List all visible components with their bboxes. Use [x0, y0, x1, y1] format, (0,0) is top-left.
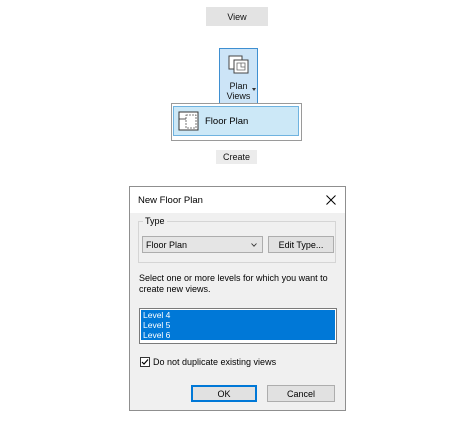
- instructions-text: Select one or more levels for which you …: [139, 273, 328, 294]
- type-select-value: Floor Plan: [146, 240, 188, 250]
- tab-view[interactable]: View: [206, 7, 268, 26]
- checkmark-icon: [141, 359, 149, 365]
- edit-type-button[interactable]: Edit Type...: [268, 236, 334, 253]
- new-floor-plan-dialog: New Floor Plan Type Floor Plan Edit Type…: [129, 186, 346, 411]
- list-item[interactable]: Level 6: [141, 330, 335, 340]
- menu-item-floor-plan[interactable]: Floor Plan: [173, 106, 299, 136]
- plan-views-icon: [228, 55, 250, 75]
- panel-create-label: Create: [216, 150, 257, 164]
- chevron-down-icon: [251, 243, 257, 247]
- duplicate-checkbox-label[interactable]: Do not duplicate existing views: [153, 357, 276, 367]
- close-icon: [326, 195, 336, 205]
- plan-views-button[interactable]: Plan Views: [219, 48, 258, 104]
- list-item[interactable]: Level 4: [141, 310, 335, 320]
- cancel-label: Cancel: [286, 388, 315, 399]
- dropdown-arrow-icon: [252, 88, 256, 91]
- ok-label: OK: [217, 388, 231, 399]
- type-group-label: Type: [143, 216, 167, 226]
- edit-type-label: Edit Type...: [278, 239, 324, 250]
- list-item[interactable]: Level 5: [141, 320, 335, 330]
- duplicate-checkbox[interactable]: [140, 357, 150, 367]
- plan-views-label-line2: Views: [226, 91, 251, 101]
- ok-button[interactable]: OK: [191, 385, 257, 402]
- dialog-title: New Floor Plan: [138, 195, 203, 206]
- panel-create-text: Create: [222, 152, 250, 162]
- cancel-button[interactable]: Cancel: [267, 385, 335, 402]
- close-button[interactable]: [322, 191, 340, 209]
- tab-view-label: View: [227, 11, 247, 22]
- menu-item-floor-plan-label: Floor Plan: [205, 116, 249, 127]
- floor-plan-icon: [178, 110, 200, 132]
- levels-list[interactable]: Level 4 Level 5 Level 6: [139, 308, 337, 344]
- type-select[interactable]: Floor Plan: [142, 236, 263, 253]
